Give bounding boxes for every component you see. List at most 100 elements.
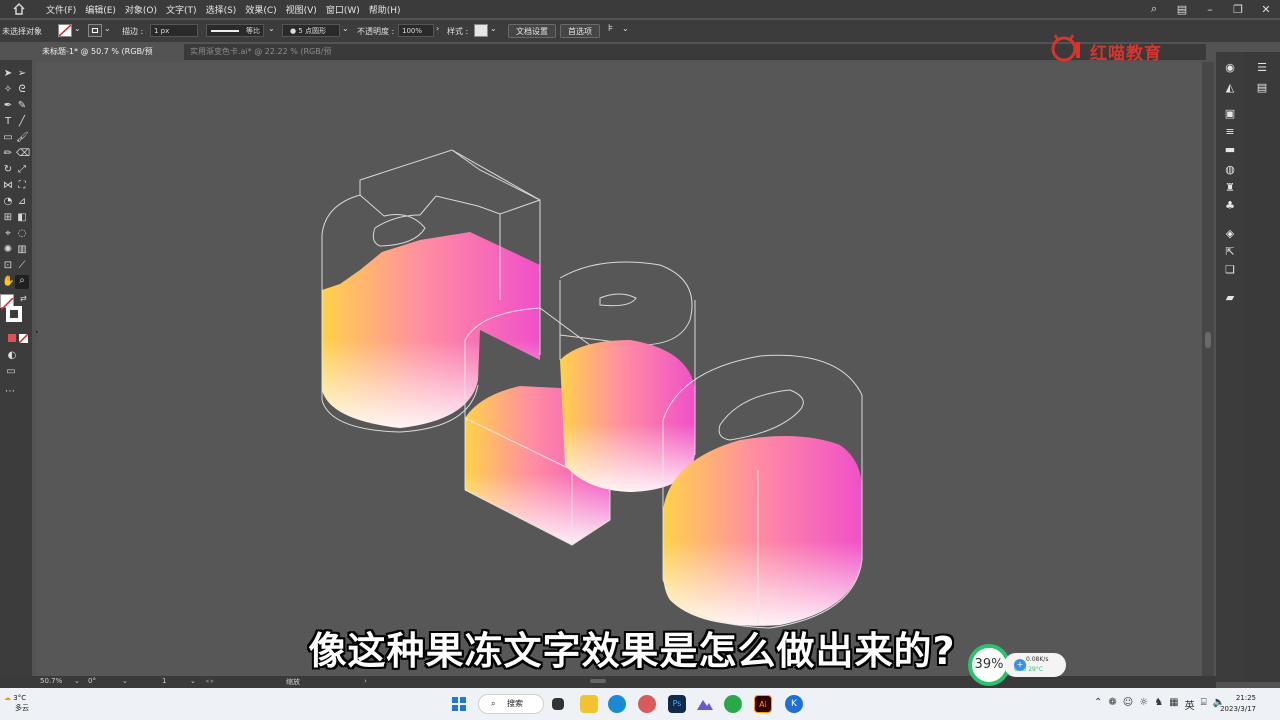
- menu-item[interactable]: 文字(T): [166, 3, 202, 16]
- network-icon[interactable]: ⌸: [1201, 697, 1207, 712]
- chevron-down-icon[interactable]: ⌄: [268, 24, 275, 33]
- width-tool-icon[interactable]: ⋈: [2, 180, 14, 192]
- tray-app-icon[interactable]: ☼: [1139, 697, 1148, 712]
- chevron-down-icon[interactable]: ⌄: [104, 24, 111, 33]
- chevron-up-icon[interactable]: ⌃: [1094, 697, 1102, 712]
- search-icon[interactable]: ⌕: [1140, 2, 1168, 16]
- draw-mode-icon[interactable]: ◐: [6, 350, 18, 362]
- line-tool-icon[interactable]: ╱: [16, 116, 28, 128]
- zoom-tool-icon[interactable]: ⌕: [15, 275, 29, 289]
- menu-item[interactable]: 帮助(H): [369, 3, 406, 16]
- document-setup-button[interactable]: 文档设置: [508, 24, 556, 38]
- selection-tool-icon[interactable]: ➤: [2, 68, 14, 80]
- graphic-style-swatch[interactable]: [474, 24, 488, 37]
- home-icon[interactable]: [12, 2, 26, 16]
- perspective-grid-icon[interactable]: ⊿: [16, 196, 28, 208]
- system-monitor-widget[interactable]: 39% 0.08K/s CPU 29°C +: [968, 644, 1068, 686]
- horizontal-scroll-thumb[interactable]: [590, 679, 606, 683]
- close-button[interactable]: ✕: [1252, 3, 1280, 16]
- edge-browser-icon[interactable]: [608, 695, 626, 713]
- app-avatar-icon[interactable]: [638, 695, 656, 713]
- properties-panel-icon[interactable]: ☰: [1255, 62, 1269, 74]
- taskbar-search[interactable]: ⌕ 搜索: [478, 694, 544, 714]
- tray-app-icon[interactable]: ❁: [1108, 697, 1116, 712]
- color-mode-icon[interactable]: [8, 334, 16, 342]
- photoshop-icon[interactable]: Ps: [668, 695, 686, 713]
- arrange-icon[interactable]: ▤: [1168, 3, 1196, 16]
- shape-builder-icon[interactable]: ◔: [2, 196, 14, 208]
- eyedropper-icon[interactable]: ⌖: [2, 228, 14, 240]
- app-k-icon[interactable]: K: [785, 695, 803, 713]
- curvature-icon[interactable]: ✎: [16, 100, 28, 112]
- menu-item[interactable]: 视图(V): [286, 3, 322, 16]
- artboard-tool-icon[interactable]: ⊡: [2, 260, 14, 272]
- app-mountain-icon[interactable]: [696, 695, 714, 713]
- chevron-right-icon[interactable]: ›: [436, 24, 439, 33]
- menu-item[interactable]: 文件(F): [46, 3, 81, 16]
- chevron-down-icon[interactable]: ⌄: [190, 677, 196, 685]
- export-icon[interactable]: ⇱: [1223, 246, 1237, 258]
- fill-stroke-swatches[interactable]: ⇄: [0, 294, 30, 328]
- symbols-icon[interactable]: ♣: [1223, 200, 1237, 212]
- chevron-down-icon[interactable]: ⌄: [74, 677, 80, 685]
- menu-item[interactable]: 选择(S): [206, 3, 242, 16]
- artboards-icon[interactable]: ❏: [1223, 264, 1237, 276]
- scale-tool-icon[interactable]: ⤢: [16, 164, 28, 176]
- slice-tool-icon[interactable]: ⟋: [16, 260, 28, 272]
- align-icon[interactable]: ⊧: [608, 23, 613, 34]
- lasso-icon[interactable]: ᘓ: [16, 84, 28, 96]
- magic-wand-icon[interactable]: ✧: [2, 84, 14, 96]
- menu-item[interactable]: 编辑(E): [85, 3, 121, 16]
- appearance-icon[interactable]: ◍: [1223, 164, 1237, 176]
- tab-untitled-1[interactable]: 未标题-1* @ 50.7 % (RGB/预览)×: [36, 44, 184, 72]
- symbol-sprayer-icon[interactable]: ✺: [2, 244, 14, 256]
- task-view-icon[interactable]: [552, 698, 564, 710]
- boost-icon[interactable]: +: [1014, 659, 1026, 671]
- chevron-down-icon[interactable]: ⌄: [74, 24, 81, 33]
- file-explorer-icon[interactable]: [580, 695, 598, 713]
- comments-icon[interactable]: ▰: [1223, 292, 1237, 304]
- pencil-icon[interactable]: ✏: [2, 148, 14, 160]
- paintbrush-icon[interactable]: 🖌: [16, 132, 29, 144]
- rectangle-tool-icon[interactable]: ▭: [2, 132, 14, 144]
- chevron-right-icon[interactable]: ›: [364, 677, 367, 685]
- chevron-down-icon[interactable]: ⌄: [490, 24, 497, 33]
- type-tool-icon[interactable]: T: [2, 116, 14, 128]
- stroke-panel-icon[interactable]: ≡: [1223, 126, 1237, 138]
- zoom-level[interactable]: 50.7%: [40, 677, 62, 685]
- artboard-canvas[interactable]: [36, 62, 1202, 676]
- chevron-down-icon[interactable]: ⌄: [342, 24, 349, 33]
- none-mode-icon[interactable]: [18, 333, 29, 344]
- variable-width-profile[interactable]: 等比: [206, 24, 264, 37]
- gradient-tool-icon[interactable]: ◧: [16, 212, 28, 224]
- brushes-icon[interactable]: ♜: [1223, 182, 1237, 194]
- artboard-nav-icon[interactable]: ◂ ▸: [205, 677, 214, 685]
- input-method[interactable]: 英: [1185, 697, 1195, 712]
- brush-definition[interactable]: ● 5 点圆形: [282, 24, 340, 37]
- system-clock[interactable]: 21:25 2023/3/17: [1216, 693, 1256, 715]
- pen-tool-icon[interactable]: ✒: [2, 100, 14, 112]
- tab-gradient-swatches[interactable]: 实用渐变色卡.ai* @ 22.22 % (RGB/预览)×: [184, 44, 364, 72]
- scroll-thumb[interactable]: [1205, 332, 1211, 348]
- blend-tool-icon[interactable]: ◌: [16, 228, 28, 240]
- artboard-number[interactable]: 1: [162, 677, 166, 685]
- free-transform-icon[interactable]: ⛶: [16, 180, 28, 192]
- menu-item[interactable]: 效果(C): [245, 3, 281, 16]
- menu-item[interactable]: 窗口(W): [326, 3, 365, 16]
- rotate-tool-icon[interactable]: ↻: [2, 164, 14, 176]
- wechat-icon[interactable]: [724, 695, 742, 713]
- tray-app-icon[interactable]: ♞: [1154, 697, 1163, 712]
- libraries-icon[interactable]: ◉: [1223, 62, 1237, 74]
- swap-icon[interactable]: ⇄: [20, 294, 27, 303]
- screen-mode-icon[interactable]: ▭: [5, 366, 17, 378]
- illustrator-icon[interactable]: Ai: [754, 695, 772, 713]
- chevron-down-icon[interactable]: ⌄: [622, 24, 629, 33]
- rotation-angle[interactable]: 0°: [88, 677, 96, 685]
- direct-selection-icon[interactable]: ➢: [16, 68, 28, 80]
- mesh-tool-icon[interactable]: ⊞: [2, 212, 14, 224]
- layers-icon[interactable]: ◈: [1223, 228, 1237, 240]
- document-icon[interactable]: ▤: [1255, 82, 1269, 94]
- chevron-down-icon[interactable]: ⌄: [122, 677, 128, 685]
- weather-widget[interactable]: ☁ 3°C 多云: [4, 693, 29, 713]
- minimize-button[interactable]: –: [1196, 3, 1224, 16]
